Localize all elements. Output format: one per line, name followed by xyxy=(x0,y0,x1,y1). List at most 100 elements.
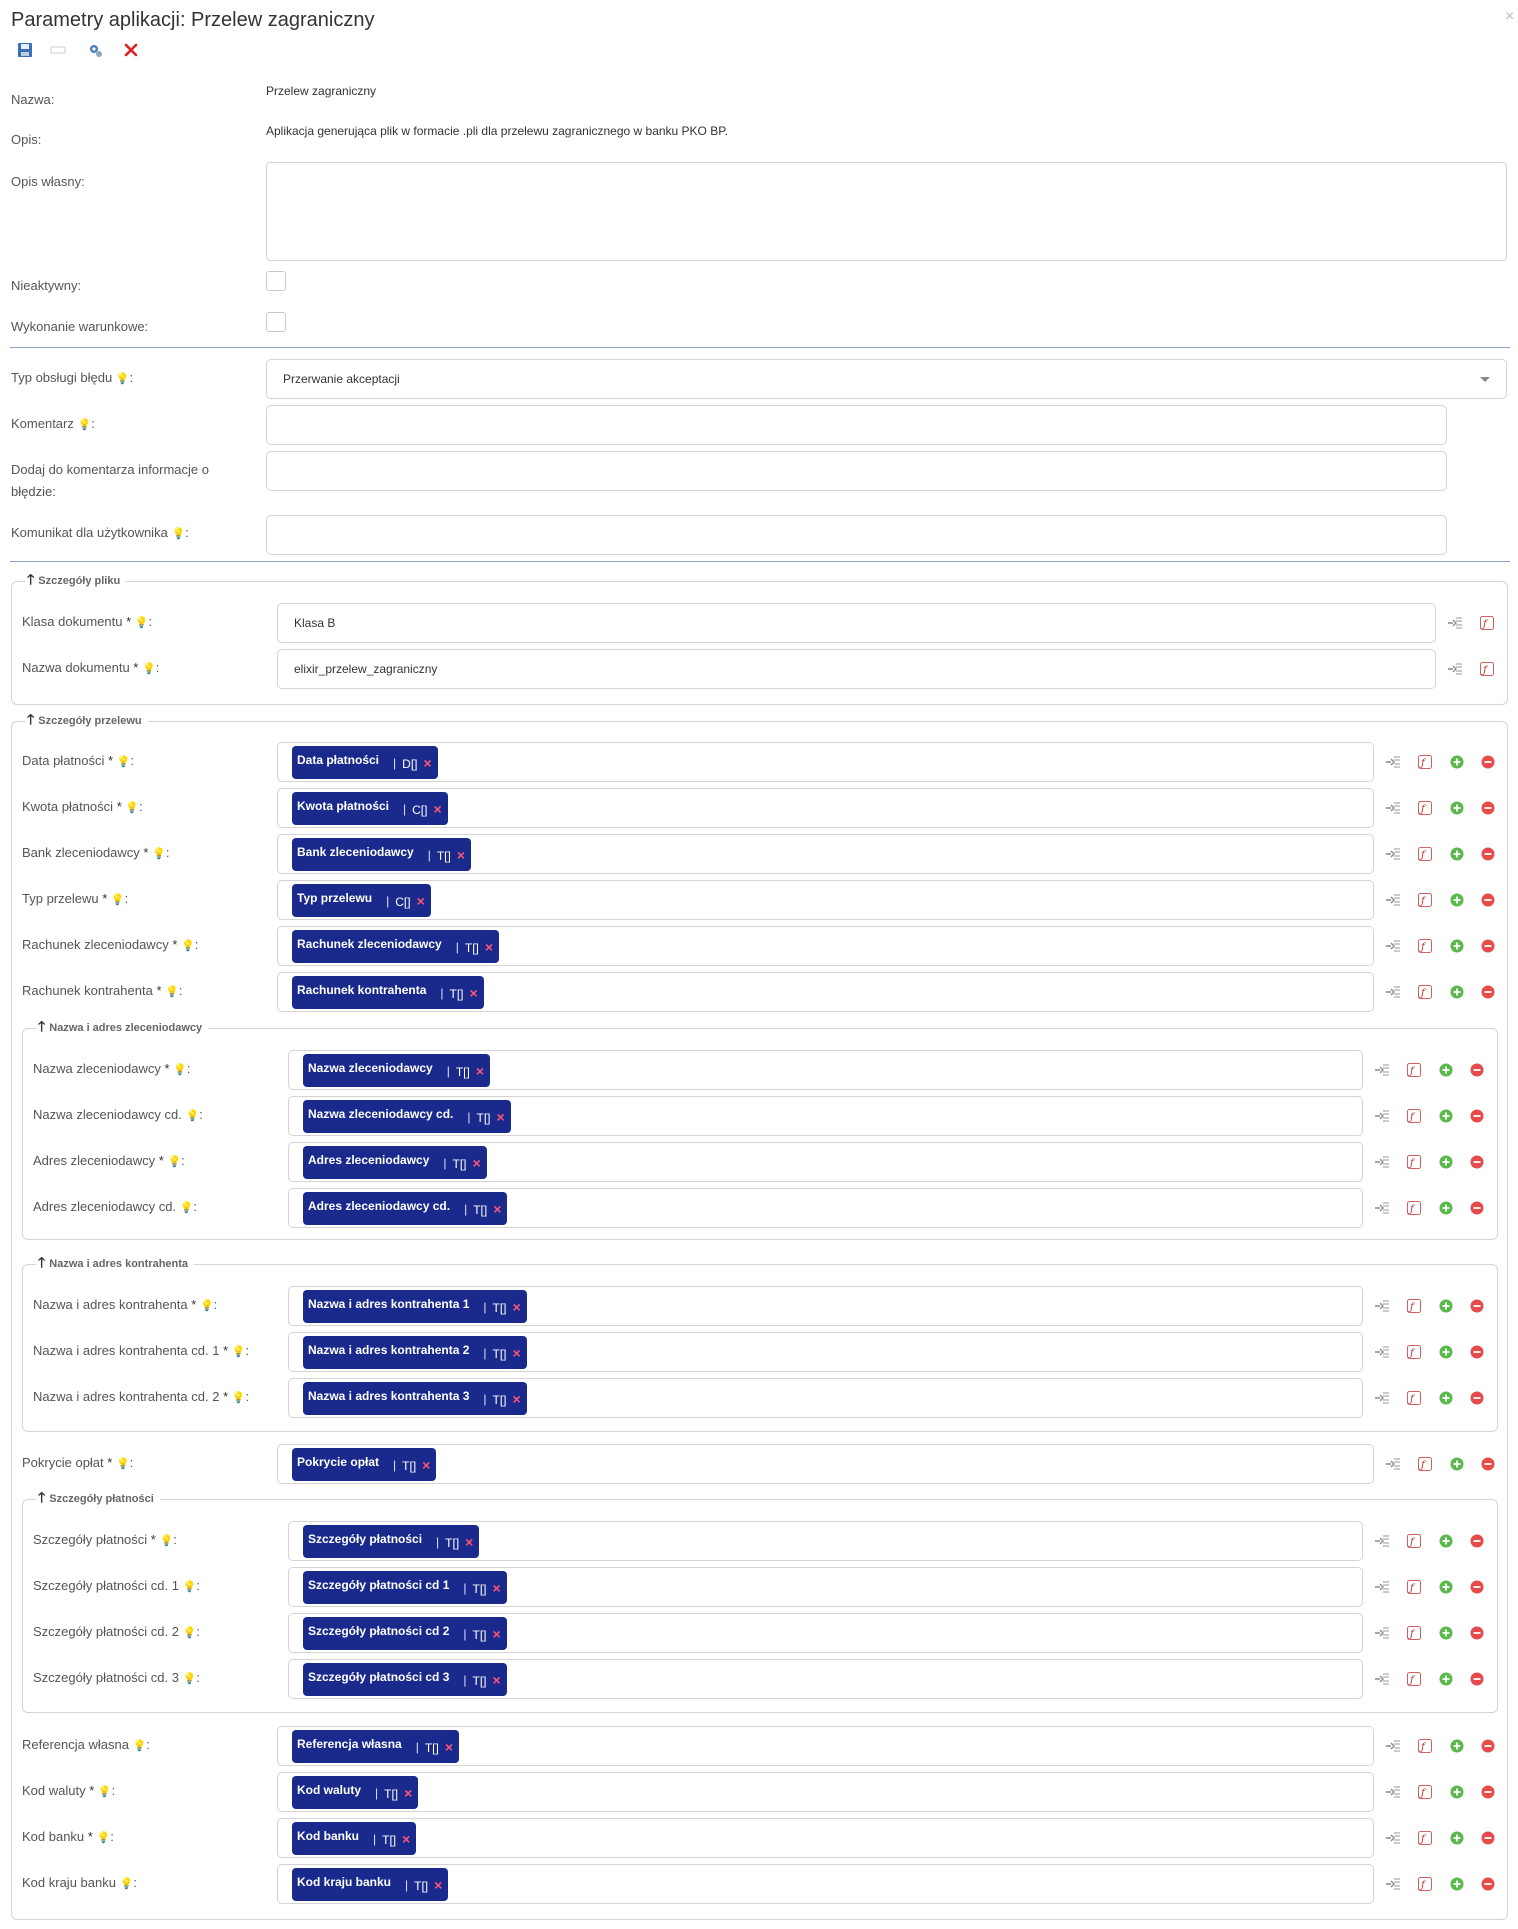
nieaktywny-checkbox[interactable] xyxy=(266,271,286,291)
insert-variable-icon[interactable] xyxy=(1385,1876,1403,1894)
chip-remove-icon[interactable]: × xyxy=(457,847,465,863)
legend-szczegoly-platnosci[interactable]: 🡑 Szczegóły płatności xyxy=(36,1490,160,1506)
function-icon[interactable]: ƒ xyxy=(1406,1625,1424,1643)
variable-chip[interactable]: Nazwa i adres kontrahenta 1 | T[] × xyxy=(303,1290,527,1323)
chip-remove-icon[interactable]: × xyxy=(402,1831,410,1847)
add-circle-icon[interactable] xyxy=(1438,1344,1456,1362)
chip-remove-icon[interactable]: × xyxy=(513,1345,521,1361)
remove-circle-icon[interactable] xyxy=(1480,892,1498,910)
komunikat-input[interactable] xyxy=(266,515,1447,555)
chip-remove-icon[interactable]: × xyxy=(417,893,425,909)
dodaj-input[interactable] xyxy=(266,451,1447,491)
add-circle-icon[interactable] xyxy=(1438,1579,1456,1597)
add-circle-icon[interactable] xyxy=(1449,984,1467,1002)
collapse-arrow-icon[interactable]: 🡑 xyxy=(38,1018,45,1034)
variable-chip[interactable]: Szczegóły płatności cd 3 | T[] × xyxy=(303,1663,507,1696)
variable-field[interactable]: Szczegóły płatności cd 1 | T[] × xyxy=(288,1567,1363,1607)
insert-variable-icon[interactable] xyxy=(1374,1671,1392,1689)
variable-field[interactable]: Referencja własna | T[] × xyxy=(277,1726,1374,1766)
chip-remove-icon[interactable]: × xyxy=(493,1626,501,1642)
function-icon[interactable]: ƒ xyxy=(1417,1784,1435,1802)
function-icon[interactable]: ƒ xyxy=(1406,1533,1424,1551)
chip-remove-icon[interactable]: × xyxy=(424,755,432,771)
function-icon[interactable]: ƒ xyxy=(1406,1390,1424,1408)
variable-field[interactable]: Adres zleceniodawcy cd. | T[] × xyxy=(288,1188,1363,1228)
chip-remove-icon[interactable]: × xyxy=(493,1672,501,1688)
collapse-arrow-icon[interactable]: 🡑 xyxy=(27,711,34,727)
collapse-arrow-icon[interactable]: 🡑 xyxy=(38,1254,45,1270)
variable-field[interactable]: Kod banku | T[] × xyxy=(277,1818,1374,1858)
collapse-arrow-icon[interactable]: 🡑 xyxy=(27,571,34,587)
add-circle-icon[interactable] xyxy=(1438,1200,1456,1218)
chip-remove-icon[interactable]: × xyxy=(473,1155,481,1171)
remove-circle-icon[interactable] xyxy=(1480,1876,1498,1894)
komentarz-input[interactable] xyxy=(266,405,1447,445)
chip-remove-icon[interactable]: × xyxy=(513,1391,521,1407)
function-icon[interactable]: ƒ xyxy=(1406,1579,1424,1597)
remove-circle-icon[interactable] xyxy=(1469,1298,1487,1316)
variable-chip[interactable]: Pokrycie opłat | T[] × xyxy=(292,1448,437,1481)
variable-chip[interactable]: Szczegóły płatności cd 2 | T[] × xyxy=(303,1617,507,1650)
legend-nazwa-adres-kontrahenta[interactable]: 🡑 Nazwa i adres kontrahenta xyxy=(36,1254,195,1271)
variable-chip[interactable]: Rachunek zleceniodawcy | T[] × xyxy=(292,930,500,963)
legend-szczegoly-pliku[interactable]: 🡑 Szczegóły pliku xyxy=(25,571,127,588)
function-icon[interactable]: ƒ xyxy=(1406,1200,1424,1218)
remove-circle-icon[interactable] xyxy=(1480,1784,1498,1802)
add-circle-icon[interactable] xyxy=(1438,1671,1456,1689)
variable-chip[interactable]: Adres zleceniodawcy cd. | T[] × xyxy=(303,1192,508,1225)
chip-remove-icon[interactable]: × xyxy=(433,801,441,817)
variable-chip[interactable]: Bank zleceniodawcy | T[] × xyxy=(292,838,472,871)
variable-chip[interactable]: Kod kraju banku | T[] × xyxy=(292,1868,449,1901)
variable-field[interactable]: Kwota płatności | C[] × xyxy=(277,788,1374,828)
function-icon[interactable]: ƒ xyxy=(1417,984,1435,1002)
function-icon[interactable]: ƒ xyxy=(1406,1108,1424,1126)
insert-variable-icon[interactable] xyxy=(1385,846,1403,864)
remove-circle-icon[interactable] xyxy=(1480,984,1498,1002)
insert-variable-icon[interactable] xyxy=(1374,1062,1392,1080)
function-icon[interactable]: ƒ xyxy=(1417,754,1435,772)
chip-remove-icon[interactable]: × xyxy=(476,1063,484,1079)
insert-variable-icon[interactable] xyxy=(1374,1298,1392,1316)
insert-variable-icon[interactable] xyxy=(1385,800,1403,818)
function-icon[interactable]: ƒ xyxy=(1417,846,1435,864)
add-circle-icon[interactable] xyxy=(1449,1738,1467,1756)
chip-remove-icon[interactable]: × xyxy=(404,1785,412,1801)
add-circle-icon[interactable] xyxy=(1438,1533,1456,1551)
function-icon[interactable]: ƒ xyxy=(1406,1298,1424,1316)
add-circle-icon[interactable] xyxy=(1438,1062,1456,1080)
legend-szczegoly-przelewu[interactable]: 🡑 Szczegóły przelewu xyxy=(25,712,148,728)
insert-variable-icon[interactable] xyxy=(1374,1154,1392,1172)
text-input[interactable]: Klasa B xyxy=(277,603,1436,643)
chip-remove-icon[interactable]: × xyxy=(422,1457,430,1473)
variable-field[interactable]: Nazwa zleceniodawcy cd. | T[] × xyxy=(288,1096,1363,1136)
insert-variable-icon[interactable] xyxy=(1385,1830,1403,1848)
remove-circle-icon[interactable] xyxy=(1469,1390,1487,1408)
wykonanie-checkbox[interactable] xyxy=(266,312,286,332)
function-icon[interactable]: ƒ xyxy=(1406,1344,1424,1362)
function-icon[interactable]: ƒ xyxy=(1406,1154,1424,1172)
variable-field[interactable]: Adres zleceniodawcy | T[] × xyxy=(288,1142,1363,1182)
legend-nazwa-adres-zleceniodawcy[interactable]: 🡑 Nazwa i adres zleceniodawcy xyxy=(36,1018,209,1035)
add-circle-icon[interactable] xyxy=(1449,892,1467,910)
insert-variable-icon[interactable] xyxy=(1385,892,1403,910)
insert-variable-icon[interactable] xyxy=(1385,984,1403,1002)
function-icon[interactable]: ƒ xyxy=(1417,1456,1435,1474)
function-icon[interactable]: ƒ xyxy=(1479,615,1497,633)
function-icon[interactable]: ƒ xyxy=(1417,1876,1435,1894)
variable-chip[interactable]: Typ przelewu | C[] × xyxy=(292,884,431,917)
variable-field[interactable]: Typ przelewu | C[] × xyxy=(277,880,1374,920)
variable-field[interactable]: Rachunek zleceniodawcy | T[] × xyxy=(277,926,1374,966)
remove-circle-icon[interactable] xyxy=(1480,754,1498,772)
variable-chip[interactable]: Data płatności | D[] × xyxy=(292,746,438,779)
function-icon[interactable]: ƒ xyxy=(1406,1062,1424,1080)
function-icon[interactable]: ƒ xyxy=(1417,1830,1435,1848)
variable-chip[interactable]: Nazwa zleceniodawcy | T[] × xyxy=(303,1054,491,1087)
add-circle-icon[interactable] xyxy=(1449,1784,1467,1802)
insert-variable-icon[interactable] xyxy=(1385,1456,1403,1474)
settings-gear-icon[interactable] xyxy=(86,41,106,61)
delete-icon[interactable] xyxy=(122,41,142,61)
chip-remove-icon[interactable]: × xyxy=(493,1580,501,1596)
insert-variable-icon[interactable] xyxy=(1385,1784,1403,1802)
function-icon[interactable]: ƒ xyxy=(1417,938,1435,956)
function-icon[interactable]: ƒ xyxy=(1417,1738,1435,1756)
